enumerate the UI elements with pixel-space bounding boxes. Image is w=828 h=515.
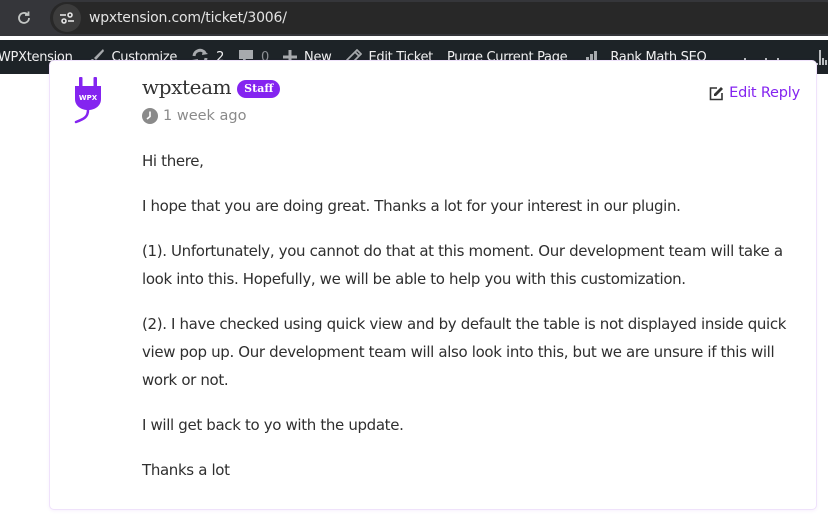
reply-paragraph: Hi there, (142, 152, 204, 170)
reply-paragraph: I will get back to yo with the update. (142, 416, 404, 434)
author-name[interactable]: wpxteam (142, 75, 232, 99)
reload-button[interactable] (14, 8, 34, 28)
edit-square-icon (709, 86, 724, 101)
time-text: 1 week ago (163, 108, 247, 124)
browser-toolbar: wpxtension.com/ticket/3006/ (0, 0, 828, 36)
sparkline-bar (819, 50, 822, 65)
edit-reply-link[interactable]: Edit Reply (709, 85, 800, 101)
reply-card: WPX wpxteam Staff 1 week ago Edit Reply … (49, 60, 817, 510)
svg-text:WPX: WPX (79, 94, 98, 102)
reply-paragraph: (1). Unfortunately, you cannot do that a… (142, 242, 783, 288)
sparkline-bar (822, 58, 825, 65)
sparkline-bar (825, 60, 828, 65)
reply-author: wpxteam Staff (142, 75, 281, 99)
url-text[interactable]: wpxtension.com/ticket/3006/ (89, 10, 287, 26)
address-bar[interactable]: wpxtension.com/ticket/3006/ (50, 2, 828, 34)
reply-body: Hi there, I hope that you are doing grea… (142, 147, 802, 501)
reload-icon (18, 11, 30, 24)
wpx-plug-avatar-icon: WPX (74, 77, 101, 124)
reply-timestamp: 1 week ago (142, 108, 247, 124)
site-info-button[interactable] (53, 4, 81, 32)
reply-paragraph: Thanks a lot (142, 461, 230, 479)
staff-badge: Staff (237, 80, 281, 98)
tune-icon (60, 12, 74, 24)
reply-paragraph: (2). I have checked using quick view and… (142, 315, 787, 389)
clock-icon (142, 108, 158, 124)
reply-paragraph: I hope that you are doing great. Thanks … (142, 197, 681, 215)
edit-reply-label: Edit Reply (729, 85, 800, 101)
